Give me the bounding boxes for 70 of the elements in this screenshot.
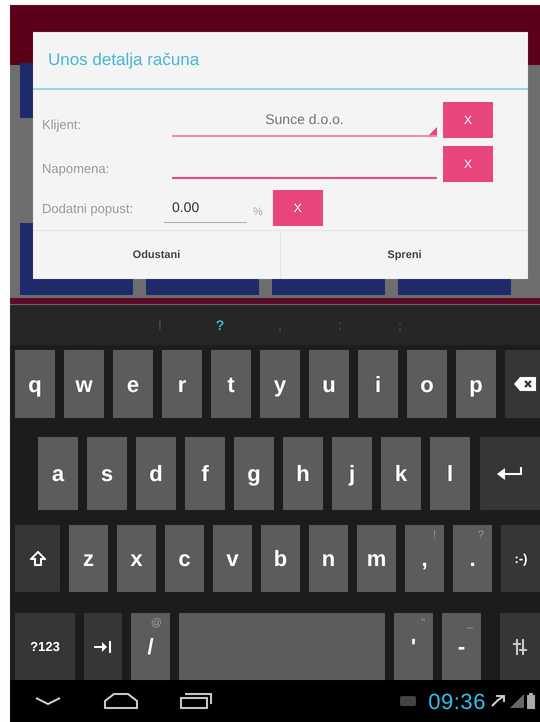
percent-unit: % (253, 205, 263, 220)
clear-button[interactable]: X (272, 190, 323, 226)
keyboard-key[interactable]: u (309, 350, 349, 418)
settings-key[interactable] (500, 613, 540, 680)
enter-icon (497, 466, 523, 480)
keyboard-key[interactable]: r (162, 350, 202, 418)
keyboard-key[interactable]: x (117, 525, 156, 592)
notification-icon (400, 696, 416, 706)
keyboard-key[interactable]: e (113, 350, 153, 418)
field-label: Dodatni popust: (42, 200, 134, 218)
clock: 09:36 (428, 688, 486, 716)
keyboard-key[interactable]: / @ (131, 613, 170, 680)
keyboard-key[interactable]: v (213, 525, 252, 592)
dropdown-corner-icon (429, 127, 437, 136)
clear-button[interactable]: X (443, 146, 493, 182)
clear-button[interactable]: X (443, 102, 493, 138)
key-hint: " (421, 616, 425, 631)
keyboard-key[interactable]: z (69, 525, 108, 592)
signal-icon (510, 694, 524, 708)
client-dropdown[interactable]: Sunce d.o.o. (172, 103, 437, 138)
smiley-key[interactable]: :-) (501, 525, 540, 592)
key-hint: ! (432, 528, 436, 543)
tab-key[interactable] (84, 613, 122, 680)
dialog-title: Unos detalja računa (48, 49, 200, 72)
keyboard-key[interactable]: c (165, 525, 204, 592)
keyboard-key[interactable]: q (15, 350, 55, 418)
keyboard-key[interactable]: t (211, 350, 251, 418)
sync-icon (490, 694, 506, 708)
home-icon[interactable] (104, 693, 138, 709)
shift-key[interactable] (15, 525, 60, 592)
keyboard-key[interactable]: j (332, 437, 372, 510)
tab-icon (94, 640, 112, 652)
keyboard-key[interactable]: b (261, 525, 300, 592)
keyboard-key[interactable]: a (38, 437, 78, 510)
keyboard-key[interactable]: l (430, 437, 470, 510)
recents-icon[interactable] (180, 693, 212, 709)
keyboard-key[interactable]: d (136, 437, 176, 510)
keyboard-key[interactable]: o (407, 350, 447, 418)
field-label: Klijent: (42, 116, 82, 134)
keyboard-key[interactable]: f (185, 437, 225, 510)
field-label: Napomena: (42, 160, 110, 178)
key-hint: @ (150, 616, 162, 631)
shift-icon (30, 550, 46, 566)
keyboard-key[interactable]: . ? (453, 525, 492, 592)
keyboard-key[interactable]: , ! (405, 525, 444, 592)
backspace-key[interactable] (505, 350, 540, 418)
keyboard-key[interactable]: i (358, 350, 398, 418)
keyboard-key[interactable]: k (381, 437, 421, 510)
dialog-button[interactable]: Odustani (33, 231, 280, 279)
keyboard-key[interactable]: h (283, 437, 323, 510)
suggestion[interactable]: ? (210, 314, 230, 336)
keyboard-key[interactable]: p (456, 350, 496, 418)
settings-icon (513, 638, 527, 654)
keyboard-key[interactable]: m (357, 525, 396, 592)
symbols-key[interactable]: ?123 (15, 613, 75, 680)
keyboard-key[interactable]: s (87, 437, 127, 510)
keyboard-key[interactable]: y (260, 350, 300, 418)
keyboard-key[interactable]: n (309, 525, 348, 592)
keyboard-key[interactable]: ' " (394, 613, 433, 680)
enter-key[interactable] (480, 437, 540, 510)
key-hint: _ (466, 616, 473, 631)
backspace-icon (514, 377, 536, 391)
keyboard-key[interactable]: g (234, 437, 274, 510)
battery-icon (527, 693, 535, 709)
key-hint: ? (478, 528, 484, 543)
back-icon[interactable] (35, 696, 61, 706)
keyboard-key[interactable]: w (64, 350, 104, 418)
discount-input-field[interactable]: 0.00 (164, 193, 247, 224)
keyboard-key[interactable]: - _ (442, 613, 481, 680)
dialog-button[interactable]: Spreni (280, 231, 528, 279)
